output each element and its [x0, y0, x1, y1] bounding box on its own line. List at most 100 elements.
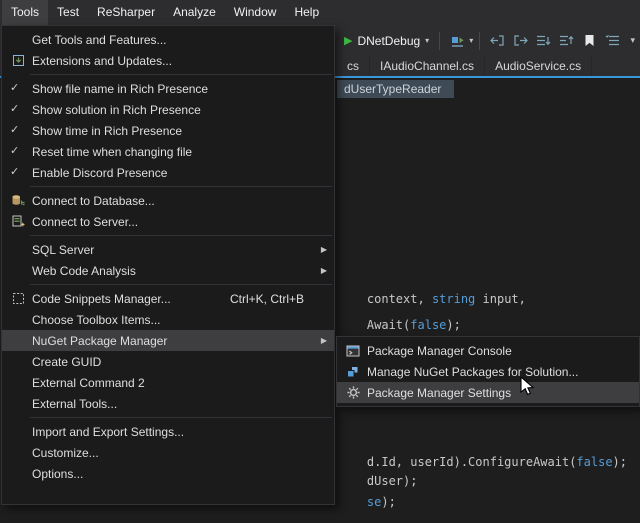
code-token: false: [576, 455, 612, 469]
code-token: );: [446, 318, 460, 332]
checkmark-icon: ✓: [10, 99, 19, 120]
menu-item-label: Customize...: [32, 446, 99, 460]
submenu-arrow-icon: ▶: [321, 239, 327, 260]
menu-item-create-guid[interactable]: Create GUID: [2, 351, 334, 372]
line-numbers-icon[interactable]: [535, 33, 552, 49]
menu-item-options[interactable]: Options...: [2, 463, 334, 484]
menubar-item-test[interactable]: Test: [48, 0, 88, 25]
menu-item-label: Enable Discord Presence: [32, 166, 167, 180]
menu-item-external-command-2[interactable]: External Command 2: [2, 372, 334, 393]
menubar-item-help[interactable]: Help: [285, 0, 328, 25]
submenu-item-package-manager-console[interactable]: Package Manager Console: [337, 340, 639, 361]
menu-item-label: Options...: [32, 467, 83, 481]
menu-item-label: Code Snippets Manager...: [32, 292, 171, 306]
code-token: se: [367, 495, 381, 509]
menu-item-connect-to-server[interactable]: Connect to Server...: [2, 211, 334, 232]
checkmark-icon: ✓: [10, 78, 19, 99]
menubar-item-analyze[interactable]: Analyze: [164, 0, 225, 25]
menu-item-import-export-settings[interactable]: Import and Export Settings...: [2, 421, 334, 442]
gear-icon: [343, 382, 363, 403]
checkmark-icon: ✓: [10, 120, 19, 141]
navigate-forward-icon[interactable]: [512, 33, 529, 49]
submenu-arrow-icon: ▶: [321, 260, 327, 281]
menu-item-label: Package Manager Settings: [367, 386, 511, 400]
menu-item-connect-to-database[interactable]: Connect to Database...: [2, 190, 334, 211]
menu-item-nuget-package-manager[interactable]: NuGet Package Manager ▶: [2, 330, 334, 351]
menu-item-extensions-and-updates[interactable]: Extensions and Updates...: [2, 50, 334, 71]
toolbar-overflow-chevron-icon[interactable]: ▾: [630, 35, 640, 46]
menu-item-enable-discord-presence[interactable]: ✓ Enable Discord Presence: [2, 162, 334, 183]
menu-item-shortcut: Ctrl+K, Ctrl+B: [230, 292, 304, 306]
menu-item-label: Package Manager Console: [367, 344, 512, 358]
toolbar-separator: [439, 32, 440, 50]
chevron-down-icon[interactable]: ▾: [469, 36, 473, 45]
nuget-package-manager-submenu: Package Manager Console Manage NuGet Pac…: [336, 336, 640, 407]
packages-icon: [343, 361, 363, 382]
menu-item-label: Create GUID: [32, 355, 101, 369]
menu-item-label: Web Code Analysis: [32, 264, 136, 278]
menu-item-code-snippets-manager[interactable]: Code Snippets Manager... Ctrl+K, Ctrl+B: [2, 288, 334, 309]
tools-menu: Get Tools and Features... Extensions and…: [1, 25, 335, 505]
server-icon: [8, 211, 28, 232]
attach-to-process-icon[interactable]: [449, 33, 466, 49]
menu-item-label: Manage NuGet Packages for Solution...: [367, 365, 578, 379]
snippets-icon: [8, 288, 28, 309]
extensions-icon: [8, 50, 28, 71]
tab-partial[interactable]: cs: [337, 56, 370, 76]
console-icon: [343, 340, 363, 361]
menu-item-label: Connect to Server...: [32, 215, 138, 229]
menu-item-label: Import and Export Settings...: [32, 425, 184, 439]
menu-item-get-tools-and-features[interactable]: Get Tools and Features...: [2, 29, 334, 50]
menubar-item-window[interactable]: Window: [225, 0, 286, 25]
code-token: );: [613, 455, 627, 469]
menu-separator: [30, 417, 332, 418]
menu-item-sql-server[interactable]: SQL Server ▶: [2, 239, 334, 260]
menu-item-choose-toolbox-items[interactable]: Choose Toolbox Items...: [2, 309, 334, 330]
checkmark-icon: ✓: [10, 141, 19, 162]
menu-item-external-tools[interactable]: External Tools...: [2, 393, 334, 414]
code-line: se);: [338, 481, 396, 523]
menu-item-label: External Tools...: [32, 397, 117, 411]
code-token: false: [410, 318, 446, 332]
menu-item-web-code-analysis[interactable]: Web Code Analysis ▶: [2, 260, 334, 281]
menu-separator: [30, 284, 332, 285]
task-list-icon[interactable]: [604, 33, 621, 49]
menu-item-label: Get Tools and Features...: [32, 33, 167, 47]
menu-item-label: Show file name in Rich Presence: [32, 82, 208, 96]
tab-audioservice[interactable]: AudioService.cs: [485, 56, 592, 76]
submenu-item-manage-nuget-packages[interactable]: Manage NuGet Packages for Solution...: [337, 361, 639, 382]
start-debugging-button[interactable]: ▶ DNetDebug ▾: [340, 32, 433, 50]
bookmark-icon[interactable]: [581, 33, 598, 49]
menu-bar: Tools Test ReSharper Analyze Window Help: [0, 0, 640, 25]
menu-item-label: Choose Toolbox Items...: [32, 313, 161, 327]
menu-item-customize[interactable]: Customize...: [2, 442, 334, 463]
menu-separator: [30, 235, 332, 236]
run-icon: ▶: [344, 34, 352, 47]
menu-separator: [30, 74, 332, 75]
menu-separator: [30, 186, 332, 187]
tab-iaudiochannel[interactable]: IAudioChannel.cs: [370, 56, 485, 76]
navigate-backward-icon[interactable]: [489, 33, 506, 49]
database-icon: [8, 190, 28, 211]
menu-item-label: NuGet Package Manager: [32, 334, 167, 348]
code-token: );: [381, 495, 395, 509]
menu-item-label: SQL Server: [32, 243, 94, 257]
menu-item-show-time[interactable]: ✓ Show time in Rich Presence: [2, 120, 334, 141]
menubar-item-resharper[interactable]: ReSharper: [88, 0, 164, 25]
menu-item-label: External Command 2: [32, 376, 145, 390]
menu-item-label: Show solution in Rich Presence: [32, 103, 201, 117]
submenu-item-package-manager-settings[interactable]: Package Manager Settings: [337, 382, 639, 403]
type-dropdown[interactable]: dUserTypeReader: [337, 80, 454, 98]
menu-item-label: Show time in Rich Presence: [32, 124, 182, 138]
code-token: input,: [475, 292, 526, 306]
menu-item-reset-time[interactable]: ✓ Reset time when changing file: [2, 141, 334, 162]
sort-lines-icon[interactable]: [558, 33, 575, 49]
menu-item-label: Extensions and Updates...: [32, 54, 172, 68]
menubar-item-tools[interactable]: Tools: [2, 0, 48, 25]
menu-item-show-file-name[interactable]: ✓ Show file name in Rich Presence: [2, 78, 334, 99]
menu-item-show-solution[interactable]: ✓ Show solution in Rich Presence: [2, 99, 334, 120]
chevron-down-icon[interactable]: ▾: [425, 36, 429, 45]
code-token: Await(: [367, 318, 410, 332]
menu-item-label: Reset time when changing file: [32, 145, 192, 159]
checkmark-icon: ✓: [10, 162, 19, 183]
